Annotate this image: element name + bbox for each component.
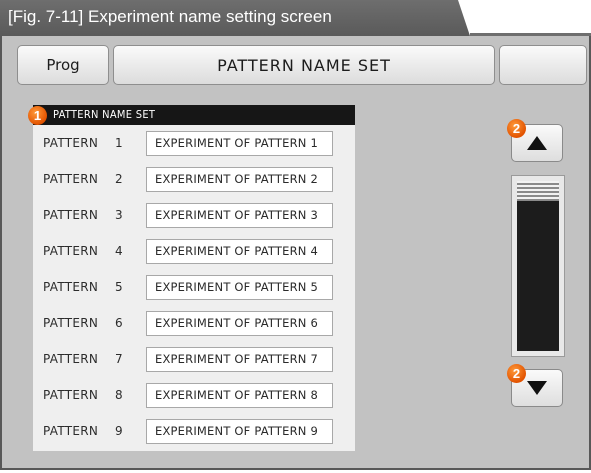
page-title: PATTERN NAME SET	[113, 45, 495, 85]
pattern-name-field[interactable]: EXPERIMENT OF PATTERN 9	[146, 419, 333, 444]
pattern-row: PATTERN 1 EXPERIMENT OF PATTERN 1	[33, 131, 355, 157]
triangle-down-icon	[527, 381, 547, 395]
pattern-name-field[interactable]: EXPERIMENT OF PATTERN 3	[146, 203, 333, 228]
pattern-row-label: PATTERN	[43, 208, 99, 222]
pattern-row-label: PATTERN	[43, 316, 99, 330]
device-screen: Prog PATTERN NAME SET PATTERN NAME SET P…	[0, 36, 591, 470]
scrollbar-inner	[517, 181, 559, 351]
figure-caption: [Fig. 7-11] Experiment name setting scre…	[8, 7, 332, 26]
panel-title: PATTERN NAME SET	[33, 105, 355, 125]
callout-marker-1: 1	[28, 106, 47, 125]
pattern-row-label: PATTERN	[43, 136, 99, 150]
pattern-name-field[interactable]: EXPERIMENT OF PATTERN 4	[146, 239, 333, 264]
pattern-row-number: 3	[115, 208, 123, 222]
scrollbar-thumb[interactable]	[517, 181, 559, 201]
blank-header-button[interactable]	[499, 45, 587, 85]
pattern-row: PATTERN 6 EXPERIMENT OF PATTERN 6	[33, 311, 355, 337]
pattern-name-field[interactable]: EXPERIMENT OF PATTERN 2	[146, 167, 333, 192]
scrollbar-track[interactable]	[511, 175, 565, 357]
figure-caption-tab: [Fig. 7-11] Experiment name setting scre…	[0, 0, 470, 36]
pattern-row-number: 9	[115, 424, 123, 438]
pattern-name-field[interactable]: EXPERIMENT OF PATTERN 7	[146, 347, 333, 372]
pattern-row-label: PATTERN	[43, 172, 99, 186]
pattern-row: PATTERN 7 EXPERIMENT OF PATTERN 7	[33, 347, 355, 373]
pattern-name-field[interactable]: EXPERIMENT OF PATTERN 1	[146, 131, 333, 156]
callout-marker-2-down: 2	[507, 364, 526, 383]
pattern-row-number: 5	[115, 280, 123, 294]
pattern-row-label: PATTERN	[43, 352, 99, 366]
pattern-name-panel: PATTERN NAME SET PATTERN 1 EXPERIMENT OF…	[33, 105, 355, 451]
pattern-name-field[interactable]: EXPERIMENT OF PATTERN 8	[146, 383, 333, 408]
pattern-name-field[interactable]: EXPERIMENT OF PATTERN 6	[146, 311, 333, 336]
pattern-row: PATTERN 3 EXPERIMENT OF PATTERN 3	[33, 203, 355, 229]
pattern-row-number: 4	[115, 244, 123, 258]
pattern-row-label: PATTERN	[43, 388, 99, 402]
prog-button[interactable]: Prog	[17, 45, 109, 85]
triangle-up-icon	[527, 136, 547, 150]
pattern-row-number: 1	[115, 136, 123, 150]
pattern-row-number: 6	[115, 316, 123, 330]
pattern-row-label: PATTERN	[43, 244, 99, 258]
pattern-row-label: PATTERN	[43, 424, 99, 438]
pattern-row: PATTERN 4 EXPERIMENT OF PATTERN 4	[33, 239, 355, 265]
pattern-row: PATTERN 8 EXPERIMENT OF PATTERN 8	[33, 383, 355, 409]
pattern-row-number: 8	[115, 388, 123, 402]
pattern-row-label: PATTERN	[43, 280, 99, 294]
pattern-row: PATTERN 9 EXPERIMENT OF PATTERN 9	[33, 419, 355, 445]
pattern-row-number: 2	[115, 172, 123, 186]
callout-marker-2-up: 2	[507, 119, 526, 138]
pattern-name-field[interactable]: EXPERIMENT OF PATTERN 5	[146, 275, 333, 300]
pattern-row-number: 7	[115, 352, 123, 366]
pattern-row: PATTERN 5 EXPERIMENT OF PATTERN 5	[33, 275, 355, 301]
pattern-row: PATTERN 2 EXPERIMENT OF PATTERN 2	[33, 167, 355, 193]
